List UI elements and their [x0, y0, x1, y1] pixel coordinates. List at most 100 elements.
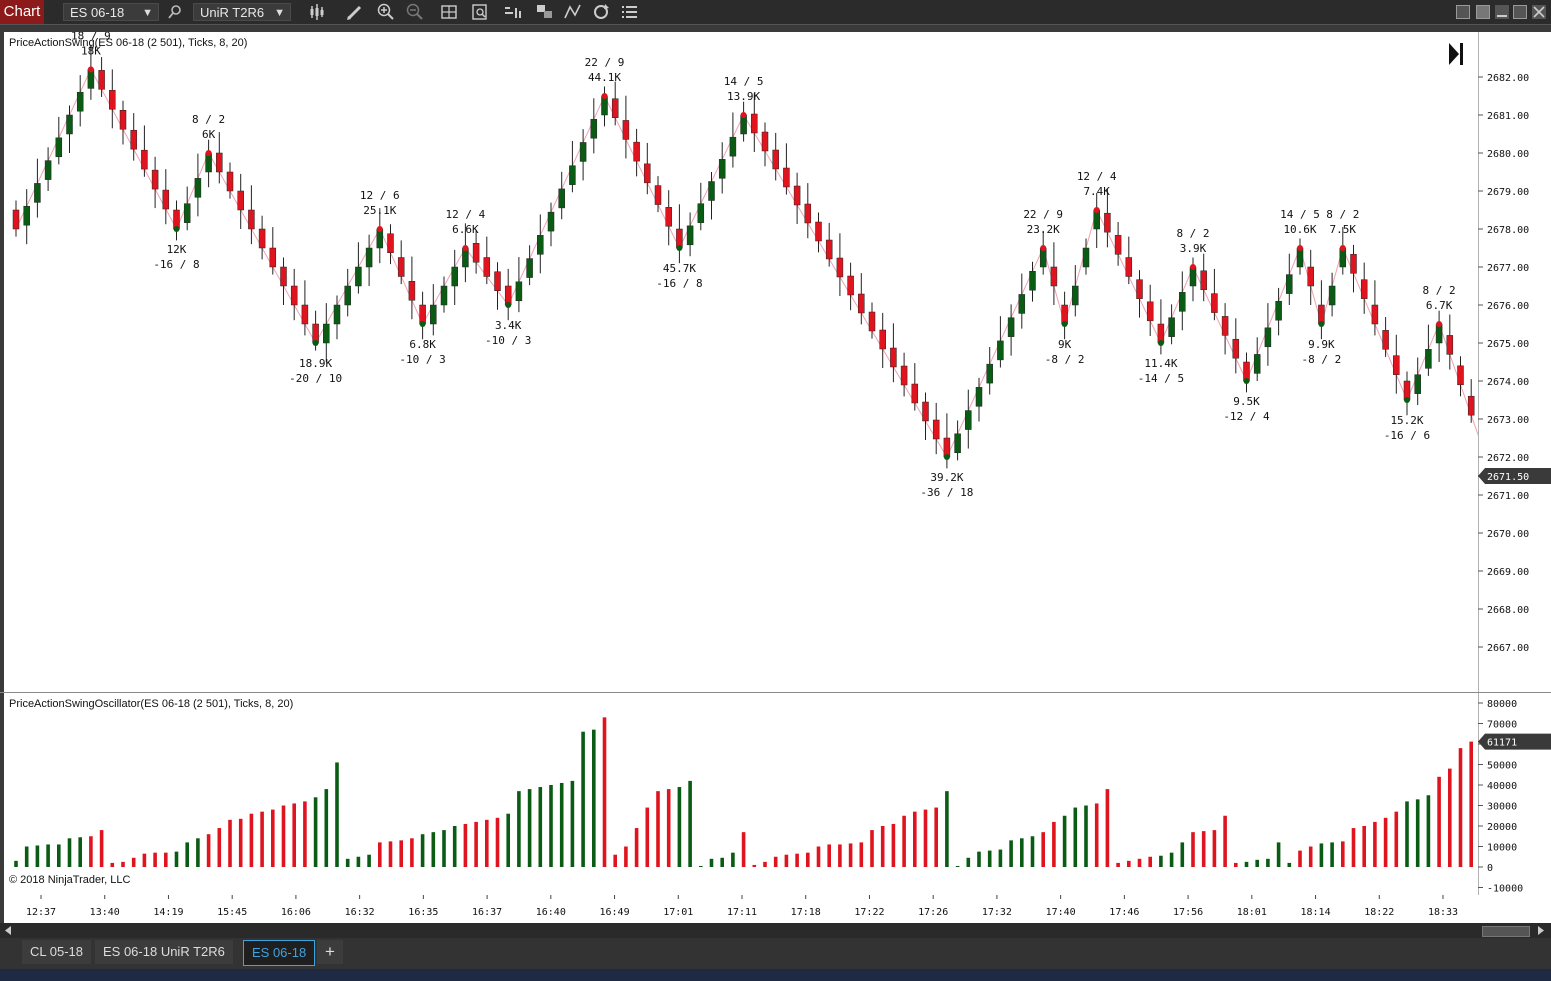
- oscillator-bar: [174, 851, 179, 867]
- price-axis[interactable]: 2682.00 2681.00 2680.00 2679.00 2678.00 2677.…: [1477, 32, 1551, 692]
- zoom-out-icon[interactable]: [405, 2, 425, 22]
- oscillator-bar: [827, 844, 831, 867]
- swing-point: [740, 112, 747, 118]
- y-tick-label: 2677.00: [1487, 263, 1529, 274]
- oscillator-bar: [1009, 840, 1013, 867]
- add-tab-button[interactable]: +: [317, 940, 343, 964]
- x-tick-label: 13:40: [90, 907, 120, 918]
- tile-window-alt-icon[interactable]: [1476, 5, 1490, 19]
- swing-point: [1297, 245, 1303, 251]
- scroll-thumb[interactable]: [1482, 926, 1530, 937]
- candle: [611, 98, 619, 118]
- candle: [280, 266, 287, 287]
- refresh-icon[interactable]: [591, 2, 611, 22]
- candle: [729, 136, 737, 157]
- candle: [622, 120, 630, 140]
- candle: [569, 165, 576, 185]
- scroll-left-icon[interactable]: [3, 923, 13, 938]
- strategies-icon[interactable]: [535, 2, 555, 22]
- tab-cl-05-18[interactable]: CL 05-18: [22, 940, 91, 964]
- oscillator-bar: [367, 854, 371, 867]
- oscillator-bar: [1373, 821, 1377, 867]
- maximize-icon[interactable]: [1513, 5, 1527, 19]
- indicators-icon[interactable]: [503, 2, 523, 22]
- zoom-in-icon[interactable]: [376, 2, 396, 22]
- candle: [130, 129, 137, 150]
- candle: [922, 401, 929, 422]
- minimize-icon[interactable]: [1495, 5, 1509, 19]
- swing-point: [1404, 397, 1410, 403]
- price-chart[interactable]: 18 / 918K12K-16 / 88 / 26K18.9K-20 / 101…: [4, 32, 1478, 692]
- candle: [333, 304, 341, 325]
- draw-pencil-icon[interactable]: [345, 2, 365, 22]
- oscillator-bar: [923, 809, 928, 867]
- oscillator-bar: [67, 838, 72, 867]
- time-axis[interactable]: 12:37 13:40 14:19 15:45 16:06 16:32 16:35 16:37…: [4, 895, 1551, 923]
- swing-label: 22 / 9: [585, 56, 625, 69]
- oscillator-bar: [420, 834, 425, 867]
- oscillator-bar: [741, 832, 746, 867]
- candle: [751, 113, 758, 134]
- oscillator-bar: [613, 854, 617, 867]
- candle: [483, 257, 491, 277]
- oscillator-bar: [1426, 795, 1431, 867]
- scroll-to-end-icon[interactable]: [1448, 42, 1464, 66]
- chart-menu-button[interactable]: Chart: [0, 0, 44, 24]
- oscillator-bar: [1116, 862, 1120, 867]
- bar-type-selector[interactable]: UniR T2R6 ▼: [193, 3, 291, 21]
- oscillator-bar: [987, 850, 992, 867]
- search-icon[interactable]: [166, 2, 186, 22]
- crosshair-icon[interactable]: [439, 2, 459, 22]
- candle: [1350, 254, 1357, 274]
- x-tick-label: 16:37: [472, 907, 502, 918]
- candle: [879, 329, 886, 350]
- tile-window-icon[interactable]: [1456, 5, 1470, 19]
- data-box-icon[interactable]: [470, 2, 490, 22]
- x-tick-label: 17:56: [1173, 907, 1203, 918]
- swing-label: 25.1K: [363, 204, 396, 217]
- swing-label: -16 / 8: [153, 258, 199, 271]
- x-tick-label: 16:49: [599, 907, 629, 918]
- horizontal-scrollbar[interactable]: [0, 923, 1551, 938]
- oscillator-bar: [1223, 815, 1227, 867]
- candle: [1275, 300, 1282, 321]
- swing-label: 44.1K: [588, 71, 621, 84]
- scroll-right-icon[interactable]: [1536, 923, 1546, 938]
- oscillator-bar: [206, 834, 211, 867]
- oscillator-panel[interactable]: PriceActionSwingOscillator(ES 06-18 (2 5…: [4, 693, 1478, 895]
- candle: [23, 205, 30, 226]
- price-panel[interactable]: 18 / 9 18K 12K -16 / 88 / 2 6K 18.9K -20 / 10 1…: [4, 32, 1478, 692]
- close-icon[interactable]: [1532, 5, 1546, 19]
- oscillator-bar: [870, 830, 874, 867]
- x-tick-label: 17:32: [982, 907, 1012, 918]
- instrument-selector[interactable]: ES 06-18 ▼: [63, 3, 159, 21]
- candle: [633, 141, 640, 162]
- oscillator-bar: [581, 731, 585, 867]
- oscillator-bar: [666, 789, 671, 867]
- candle: [686, 225, 694, 246]
- tab-es-06-18[interactable]: ES 06-18: [243, 940, 316, 966]
- properties-list-icon[interactable]: [620, 2, 640, 22]
- candle: [515, 281, 523, 302]
- oscillator-axis[interactable]: 8000070000600005000040000300002000010000…: [1477, 693, 1551, 895]
- oscillator-bar: [602, 717, 607, 867]
- oscillator-bar: [463, 823, 468, 867]
- x-tick-label: 16:32: [345, 907, 375, 918]
- swing-point: [1061, 321, 1068, 327]
- chart-style-icon[interactable]: [308, 2, 328, 22]
- oscillator-chart[interactable]: [4, 693, 1478, 895]
- drawing-tools-icon[interactable]: [563, 2, 583, 22]
- oscillator-bar: [153, 852, 157, 867]
- swing-label: -10 / 3: [485, 334, 531, 347]
- candle: [1221, 316, 1229, 336]
- tab-es-06-18-unir[interactable]: ES 06-18 UniR T2R6: [95, 940, 233, 964]
- candle: [397, 257, 405, 277]
- y-tick-label: 2675.00: [1487, 339, 1529, 350]
- oscillator-bar: [538, 787, 543, 867]
- oscillator-bar: [89, 836, 93, 867]
- candle: [248, 209, 255, 230]
- swing-point: [419, 321, 426, 327]
- candle: [226, 171, 234, 192]
- oscillator-bar: [966, 857, 971, 867]
- oscillator-bar: [1094, 803, 1099, 867]
